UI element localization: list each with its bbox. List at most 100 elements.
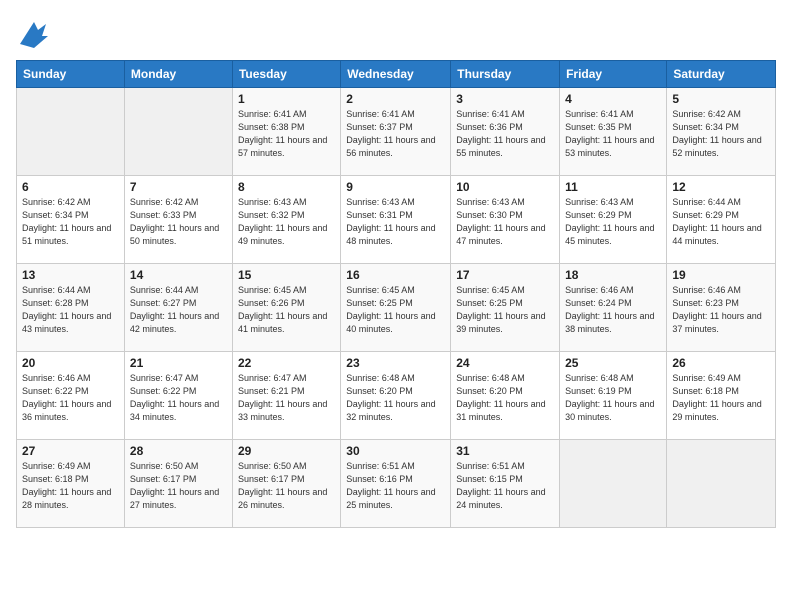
logo-icon — [16, 16, 52, 52]
day-number: 13 — [22, 268, 119, 282]
day-detail: Sunrise: 6:44 AMSunset: 6:29 PMDaylight:… — [672, 196, 770, 248]
weekday-header-saturday: Saturday — [667, 61, 776, 88]
day-detail: Sunrise: 6:44 AMSunset: 6:27 PMDaylight:… — [130, 284, 227, 336]
day-detail: Sunrise: 6:42 AMSunset: 6:34 PMDaylight:… — [22, 196, 119, 248]
calendar-cell: 8 Sunrise: 6:43 AMSunset: 6:32 PMDaylight… — [232, 176, 340, 264]
day-number: 21 — [130, 356, 227, 370]
calendar-cell: 15 Sunrise: 6:45 AMSunset: 6:26 PMDayligh… — [232, 264, 340, 352]
week-row-4: 20 Sunrise: 6:46 AMSunset: 6:22 PMDayligh… — [17, 352, 776, 440]
day-number: 17 — [456, 268, 554, 282]
day-detail: Sunrise: 6:43 AMSunset: 6:29 PMDaylight:… — [565, 196, 661, 248]
calendar-cell: 28 Sunrise: 6:50 AMSunset: 6:17 PMDayligh… — [124, 440, 232, 528]
day-number: 7 — [130, 180, 227, 194]
week-row-3: 13 Sunrise: 6:44 AMSunset: 6:28 PMDayligh… — [17, 264, 776, 352]
calendar-cell: 6 Sunrise: 6:42 AMSunset: 6:34 PMDaylight… — [17, 176, 125, 264]
day-detail: Sunrise: 6:50 AMSunset: 6:17 PMDaylight:… — [130, 460, 227, 512]
day-number: 1 — [238, 92, 335, 106]
calendar-cell: 22 Sunrise: 6:47 AMSunset: 6:21 PMDayligh… — [232, 352, 340, 440]
week-row-1: 1Sunrise: 6:41 AMSunset: 6:38 PMDaylight… — [17, 88, 776, 176]
day-number: 26 — [672, 356, 770, 370]
day-detail: Sunrise: 6:43 AMSunset: 6:31 PMDaylight:… — [346, 196, 445, 248]
day-number: 4 — [565, 92, 661, 106]
calendar-cell: 19 Sunrise: 6:46 AMSunset: 6:23 PMDayligh… — [667, 264, 776, 352]
day-number: 29 — [238, 444, 335, 458]
day-number: 9 — [346, 180, 445, 194]
day-number: 5 — [672, 92, 770, 106]
calendar-cell: 13 Sunrise: 6:44 AMSunset: 6:28 PMDayligh… — [17, 264, 125, 352]
day-detail: Sunrise: 6:43 AMSunset: 6:32 PMDaylight:… — [238, 196, 335, 248]
day-detail: Sunrise: 6:46 AMSunset: 6:23 PMDaylight:… — [672, 284, 770, 336]
day-detail: Sunrise: 6:44 AMSunset: 6:28 PMDaylight:… — [22, 284, 119, 336]
calendar-cell: 7 Sunrise: 6:42 AMSunset: 6:33 PMDaylight… — [124, 176, 232, 264]
weekday-header-wednesday: Wednesday — [341, 61, 451, 88]
weekday-header-thursday: Thursday — [451, 61, 560, 88]
calendar-cell — [667, 440, 776, 528]
calendar-table: SundayMondayTuesdayWednesdayThursdayFrid… — [16, 60, 776, 528]
weekday-header-tuesday: Tuesday — [232, 61, 340, 88]
day-detail: Sunrise: 6:47 AMSunset: 6:21 PMDaylight:… — [238, 372, 335, 424]
day-number: 11 — [565, 180, 661, 194]
day-detail: Sunrise: 6:48 AMSunset: 6:20 PMDaylight:… — [456, 372, 554, 424]
day-detail: Sunrise: 6:50 AMSunset: 6:17 PMDaylight:… — [238, 460, 335, 512]
calendar-cell: 31 Sunrise: 6:51 AMSunset: 6:15 PMDayligh… — [451, 440, 560, 528]
day-number: 8 — [238, 180, 335, 194]
calendar-cell: 25Sunrise: 6:48 AMSunset: 6:19 PMDayligh… — [560, 352, 667, 440]
day-detail: Sunrise: 6:45 AMSunset: 6:26 PMDaylight:… — [238, 284, 335, 336]
day-number: 12 — [672, 180, 770, 194]
calendar-cell: 23 Sunrise: 6:48 AMSunset: 6:20 PMDayligh… — [341, 352, 451, 440]
calendar-cell: 2Sunrise: 6:41 AMSunset: 6:37 PMDaylight… — [341, 88, 451, 176]
day-number: 6 — [22, 180, 119, 194]
calendar-cell: 5Sunrise: 6:42 AMSunset: 6:34 PMDaylight… — [667, 88, 776, 176]
calendar-cell: 30Sunrise: 6:51 AMSunset: 6:16 PMDayligh… — [341, 440, 451, 528]
calendar-cell: 26 Sunrise: 6:49 AMSunset: 6:18 PMDayligh… — [667, 352, 776, 440]
day-number: 23 — [346, 356, 445, 370]
day-number: 20 — [22, 356, 119, 370]
day-detail: Sunrise: 6:41 AMSunset: 6:35 PMDaylight:… — [565, 108, 661, 160]
day-detail: Sunrise: 6:48 AMSunset: 6:19 PMDaylight:… — [565, 372, 661, 424]
day-number: 10 — [456, 180, 554, 194]
week-row-2: 6 Sunrise: 6:42 AMSunset: 6:34 PMDaylight… — [17, 176, 776, 264]
calendar-cell: 27 Sunrise: 6:49 AMSunset: 6:18 PMDayligh… — [17, 440, 125, 528]
calendar-cell: 9 Sunrise: 6:43 AMSunset: 6:31 PMDaylight… — [341, 176, 451, 264]
day-number: 27 — [22, 444, 119, 458]
day-detail: Sunrise: 6:46 AMSunset: 6:24 PMDaylight:… — [565, 284, 661, 336]
weekday-header-sunday: Sunday — [17, 61, 125, 88]
calendar-cell: 4 Sunrise: 6:41 AMSunset: 6:35 PMDaylight… — [560, 88, 667, 176]
day-number: 15 — [238, 268, 335, 282]
day-detail: Sunrise: 6:49 AMSunset: 6:18 PMDaylight:… — [22, 460, 119, 512]
calendar-cell: 11 Sunrise: 6:43 AMSunset: 6:29 PMDayligh… — [560, 176, 667, 264]
day-detail: Sunrise: 6:45 AMSunset: 6:25 PMDaylight:… — [346, 284, 445, 336]
calendar-cell: 20 Sunrise: 6:46 AMSunset: 6:22 PMDayligh… — [17, 352, 125, 440]
day-number: 31 — [456, 444, 554, 458]
calendar-cell: 14 Sunrise: 6:44 AMSunset: 6:27 PMDayligh… — [124, 264, 232, 352]
calendar-cell: 17Sunrise: 6:45 AMSunset: 6:25 PMDayligh… — [451, 264, 560, 352]
day-detail: Sunrise: 6:41 AMSunset: 6:36 PMDaylight:… — [456, 108, 554, 160]
day-number: 19 — [672, 268, 770, 282]
day-number: 24 — [456, 356, 554, 370]
calendar-cell: 29 Sunrise: 6:50 AMSunset: 6:17 PMDayligh… — [232, 440, 340, 528]
day-detail: Sunrise: 6:51 AMSunset: 6:16 PMDaylight:… — [346, 460, 445, 512]
day-detail: Sunrise: 6:42 AMSunset: 6:33 PMDaylight:… — [130, 196, 227, 248]
day-number: 18 — [565, 268, 661, 282]
day-number: 28 — [130, 444, 227, 458]
calendar-cell: 1Sunrise: 6:41 AMSunset: 6:38 PMDaylight… — [232, 88, 340, 176]
day-detail: Sunrise: 6:43 AMSunset: 6:30 PMDaylight:… — [456, 196, 554, 248]
calendar-cell — [560, 440, 667, 528]
day-number: 14 — [130, 268, 227, 282]
weekday-header-row: SundayMondayTuesdayWednesdayThursdayFrid… — [17, 61, 776, 88]
day-detail: Sunrise: 6:51 AMSunset: 6:15 PMDaylight:… — [456, 460, 554, 512]
logo — [16, 16, 56, 52]
day-detail: Sunrise: 6:46 AMSunset: 6:22 PMDaylight:… — [22, 372, 119, 424]
day-number: 16 — [346, 268, 445, 282]
day-detail: Sunrise: 6:48 AMSunset: 6:20 PMDaylight:… — [346, 372, 445, 424]
weekday-header-friday: Friday — [560, 61, 667, 88]
page-header — [16, 16, 776, 52]
weekday-header-monday: Monday — [124, 61, 232, 88]
calendar-cell: 10 Sunrise: 6:43 AMSunset: 6:30 PMDayligh… — [451, 176, 560, 264]
day-number: 22 — [238, 356, 335, 370]
day-detail: Sunrise: 6:49 AMSunset: 6:18 PMDaylight:… — [672, 372, 770, 424]
calendar-cell — [124, 88, 232, 176]
calendar-cell: 12 Sunrise: 6:44 AMSunset: 6:29 PMDayligh… — [667, 176, 776, 264]
day-number: 2 — [346, 92, 445, 106]
calendar-cell: 24 Sunrise: 6:48 AMSunset: 6:20 PMDayligh… — [451, 352, 560, 440]
